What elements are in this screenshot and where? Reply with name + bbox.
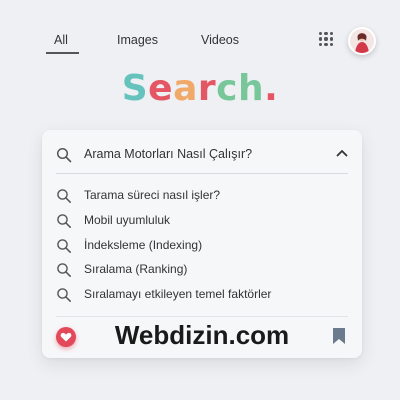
logo-letter: r [197, 68, 217, 109]
suggestion-item[interactable]: Sıralama (Ranking) [42, 258, 362, 282]
active-tab-indicator [46, 52, 79, 54]
suggestion-label: Sıralamayı etkileyen temel faktörler [84, 287, 272, 301]
brand-name: Webdizin.com [114, 320, 290, 350]
search-logo: Search. [0, 68, 400, 109]
suggestion-item[interactable]: Tarama süreci nasıl işler? [42, 184, 362, 208]
avatar[interactable] [348, 27, 376, 55]
suggestion-label: Sıralama (Ranking) [84, 262, 188, 276]
suggestion-label: İndeksleme (Indexing) [84, 238, 203, 252]
tab-videos[interactable]: Videos [201, 33, 239, 47]
chevron-up-icon[interactable] [336, 149, 348, 157]
search-icon [57, 288, 71, 302]
search-panel: Arama Motorları Nasıl Çalışır? Tarama sü… [42, 130, 362, 358]
search-icon [57, 263, 71, 277]
tab-all[interactable]: All [54, 33, 68, 47]
logo-letter: S [121, 68, 149, 109]
apps-grid-icon[interactable] [319, 32, 333, 46]
suggestion-item[interactable]: İndeksleme (Indexing) [42, 234, 362, 258]
suggestion-item[interactable]: Mobil uyumluluk [42, 209, 362, 233]
suggestion-label: Mobil uyumluluk [84, 213, 171, 227]
bookmark-icon[interactable] [332, 327, 346, 345]
logo-letter: a [173, 68, 198, 109]
divider [56, 316, 348, 317]
search-query-text[interactable]: Arama Motorları Nasıl Çalışır? [84, 147, 252, 161]
user-avatar-icon [350, 29, 374, 53]
suggestion-label: Tarama süreci nasıl işler? [84, 188, 221, 202]
logo-letter: c [216, 68, 238, 109]
search-icon [56, 147, 72, 163]
logo-letter: . [264, 68, 279, 109]
logo-letter: h [237, 68, 265, 109]
tab-images[interactable]: Images [117, 33, 158, 47]
search-icon [57, 214, 71, 228]
suggestion-item[interactable]: Sıralamayı etkileyen temel faktörler [42, 283, 362, 307]
logo-letter: e [148, 68, 174, 109]
search-query-row[interactable]: Arama Motorları Nasıl Çalışır? [42, 130, 362, 174]
search-icon [57, 189, 71, 203]
divider [56, 173, 348, 174]
search-icon [57, 239, 71, 253]
